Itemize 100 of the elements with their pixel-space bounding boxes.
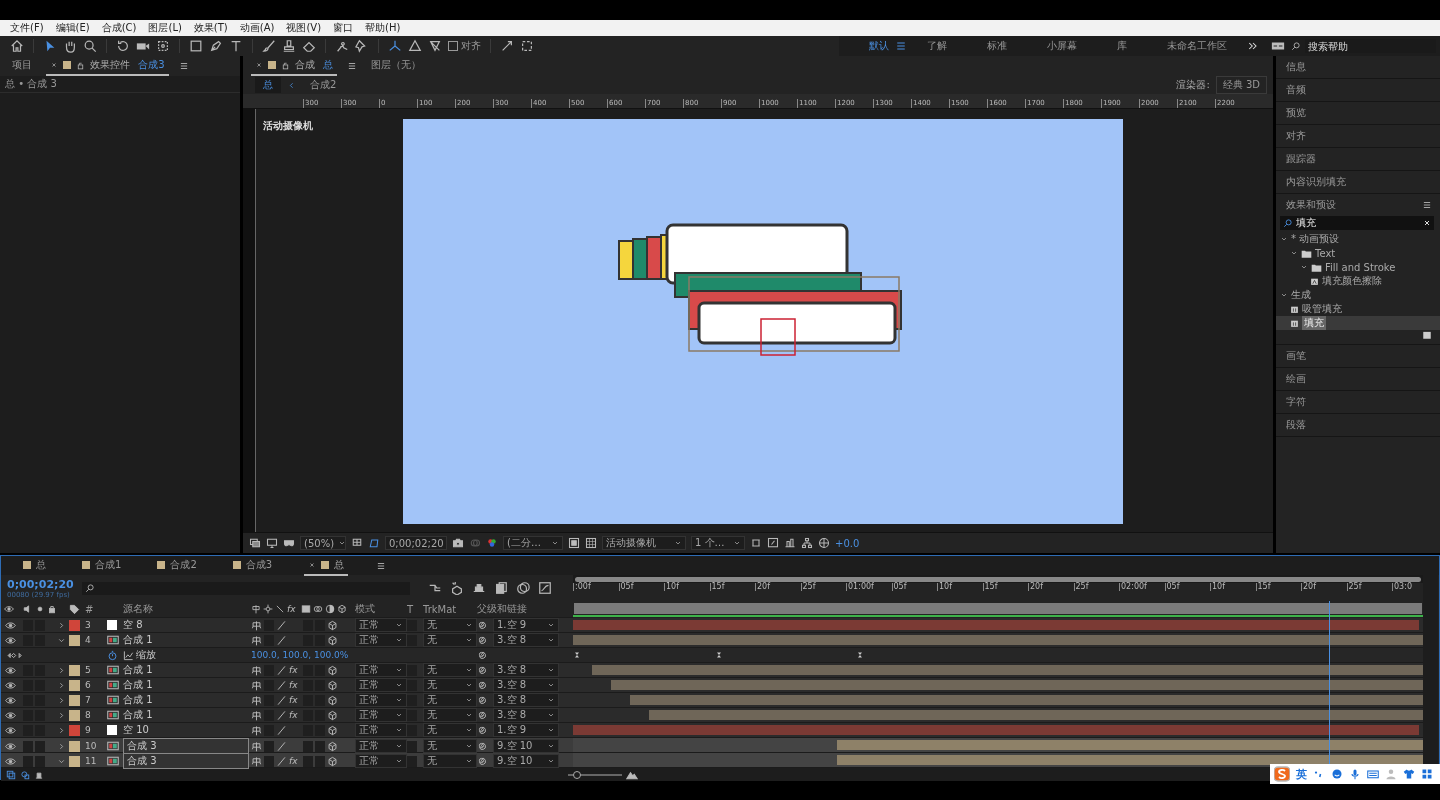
panel-tab[interactable]: 效果控件 合成3	[46, 56, 169, 76]
modes-toggle-icon[interactable]	[20, 769, 30, 780]
flowchart-icon[interactable]	[801, 537, 813, 549]
quality-switch-icon[interactable]	[276, 755, 287, 767]
emoji-icon[interactable]	[1331, 768, 1343, 780]
quality-switch-icon[interactable]	[276, 724, 287, 736]
keyframe-icon[interactable]	[714, 651, 723, 659]
chevron-right-icon[interactable]	[57, 695, 66, 705]
label-color-swatch[interactable]	[69, 740, 80, 752]
stopwatch-icon[interactable]	[107, 649, 118, 661]
trkmat-dropdown[interactable]: 无	[423, 723, 477, 737]
effects-switch[interactable]: fx	[289, 665, 301, 675]
trkmat-dropdown[interactable]: 无	[423, 693, 477, 707]
mode-dropdown[interactable]: 正常	[355, 754, 407, 768]
panel-title[interactable]: 对齐	[1276, 125, 1440, 148]
panel-tab[interactable]: 项目	[8, 56, 36, 76]
parent-dropdown[interactable]: 9.空 10	[493, 739, 559, 753]
figure-brush-icon[interactable]	[335, 39, 349, 53]
timeline-tab[interactable]: 合成2	[153, 555, 201, 576]
chevron-right-icon[interactable]	[57, 680, 66, 690]
layer-name[interactable]: 空 10	[123, 723, 251, 737]
layer-switches-icon[interactable]	[6, 769, 16, 780]
3d-layer-icon[interactable]	[337, 604, 347, 614]
brush-icon[interactable]	[262, 39, 276, 53]
label-color-swatch[interactable]	[69, 679, 80, 691]
panel-title[interactable]: 跟踪器	[1276, 148, 1440, 171]
chevron-right-icon[interactable]	[57, 741, 66, 751]
quality-switch-icon[interactable]	[276, 634, 287, 646]
switch-toggle[interactable]	[407, 619, 417, 631]
switch-toggle[interactable]	[407, 709, 417, 721]
trkmat-dropdown[interactable]: 无	[423, 633, 477, 647]
3d-layer-icon[interactable]	[327, 679, 338, 691]
label-tag-icon[interactable]	[69, 603, 80, 615]
switch-toggle[interactable]	[315, 755, 325, 767]
parent-pick-whip-icon[interactable]	[477, 649, 488, 661]
effects-tree-item[interactable]: 填充颜色擦除	[1322, 274, 1382, 288]
timecode-field[interactable]: 0;00;02;20	[385, 536, 447, 550]
quality-switch-icon[interactable]	[276, 709, 287, 721]
layer-name[interactable]: 合成 3	[123, 753, 249, 769]
panel-title[interactable]: 字符	[1276, 391, 1440, 414]
chevron-right-icon[interactable]	[57, 620, 66, 630]
workspace-tab[interactable]: 了解	[907, 39, 967, 53]
effects-switch[interactable]: fx	[289, 756, 301, 766]
graph-editor-icon[interactable]	[537, 581, 552, 595]
eye-icon[interactable]	[5, 740, 16, 752]
menu-item[interactable]: 图层(L)	[142, 21, 188, 35]
parent-pick-whip-icon[interactable]	[477, 634, 488, 646]
lock-icon[interactable]	[47, 604, 57, 614]
parent-dropdown[interactable]: 3.空 8	[493, 693, 559, 707]
layer-name[interactable]: 合成 1	[123, 678, 251, 692]
shy-switch-icon[interactable]	[251, 634, 262, 646]
chevron-left-icon[interactable]	[287, 80, 296, 90]
parent-pick-whip-icon[interactable]	[477, 740, 488, 752]
rectangle-icon[interactable]	[189, 39, 203, 53]
switch-toggle[interactable]	[303, 755, 313, 767]
microphone-icon[interactable]	[1349, 768, 1361, 780]
label-color-swatch[interactable]	[69, 755, 80, 767]
quality-switch-icon[interactable]	[276, 619, 287, 631]
time-navigator-bar[interactable]	[575, 576, 1421, 582]
menu-icon[interactable]	[347, 61, 358, 71]
3d-layer-icon[interactable]	[327, 694, 338, 706]
parent-pick-whip-icon[interactable]	[477, 664, 488, 676]
timeline-tab[interactable]: 合成1	[78, 555, 126, 576]
timeline-tab[interactable]: 合成3	[228, 555, 277, 576]
toggle-icon[interactable]	[750, 537, 762, 549]
parent-pick-whip-icon[interactable]	[477, 709, 488, 721]
chevron-right-icon[interactable]	[57, 665, 66, 675]
rotate-icon[interactable]	[116, 39, 130, 53]
workspace-tab[interactable]: 默认	[849, 39, 895, 53]
switch-toggle[interactable]	[407, 740, 417, 752]
effects-tree-item[interactable]: * 动画预设	[1291, 232, 1340, 246]
shy-switch-icon[interactable]	[251, 604, 261, 614]
keyframe-icon[interactable]	[856, 651, 865, 659]
parent-dropdown[interactable]: 3.空 8	[493, 633, 559, 647]
layer-search-field[interactable]	[81, 581, 410, 595]
switch-toggle[interactable]	[407, 634, 417, 646]
eye-icon[interactable]	[5, 619, 16, 631]
menu-item[interactable]: 效果(T)	[187, 21, 234, 35]
motion-blur-icon[interactable]	[313, 604, 323, 614]
local-axis-icon[interactable]	[388, 39, 402, 53]
panel-tab[interactable]: 合成 总	[251, 56, 338, 76]
zoom-icon[interactable]	[83, 39, 97, 53]
frame-blend-icon[interactable]	[301, 604, 311, 614]
trkmat-dropdown[interactable]: 无	[423, 618, 477, 632]
world-axis-icon[interactable]	[408, 39, 422, 53]
shy-switch-icon[interactable]	[251, 740, 262, 752]
3d-layer-icon[interactable]	[327, 619, 338, 631]
diagonal-arrow-icon[interactable]	[500, 39, 514, 53]
shy-layers-icon[interactable]	[471, 581, 486, 595]
menu-item[interactable]: 文件(F)	[4, 21, 50, 35]
eye-icon[interactable]	[5, 724, 16, 736]
resolution-dropdown[interactable]: (二分…	[503, 536, 563, 550]
shy-switch-icon[interactable]	[251, 709, 262, 721]
3d-layer-icon[interactable]	[327, 664, 338, 676]
zoom-dropdown[interactable]: (50%)	[300, 536, 346, 550]
layer-name[interactable]: 合成 1	[123, 633, 251, 647]
effects-tree-item[interactable]: Fill and Stroke	[1325, 261, 1396, 273]
mode-dropdown[interactable]: 正常	[355, 618, 407, 632]
anchor-box-icon[interactable]	[156, 39, 170, 53]
transparency-grid-icon[interactable]	[585, 537, 597, 549]
